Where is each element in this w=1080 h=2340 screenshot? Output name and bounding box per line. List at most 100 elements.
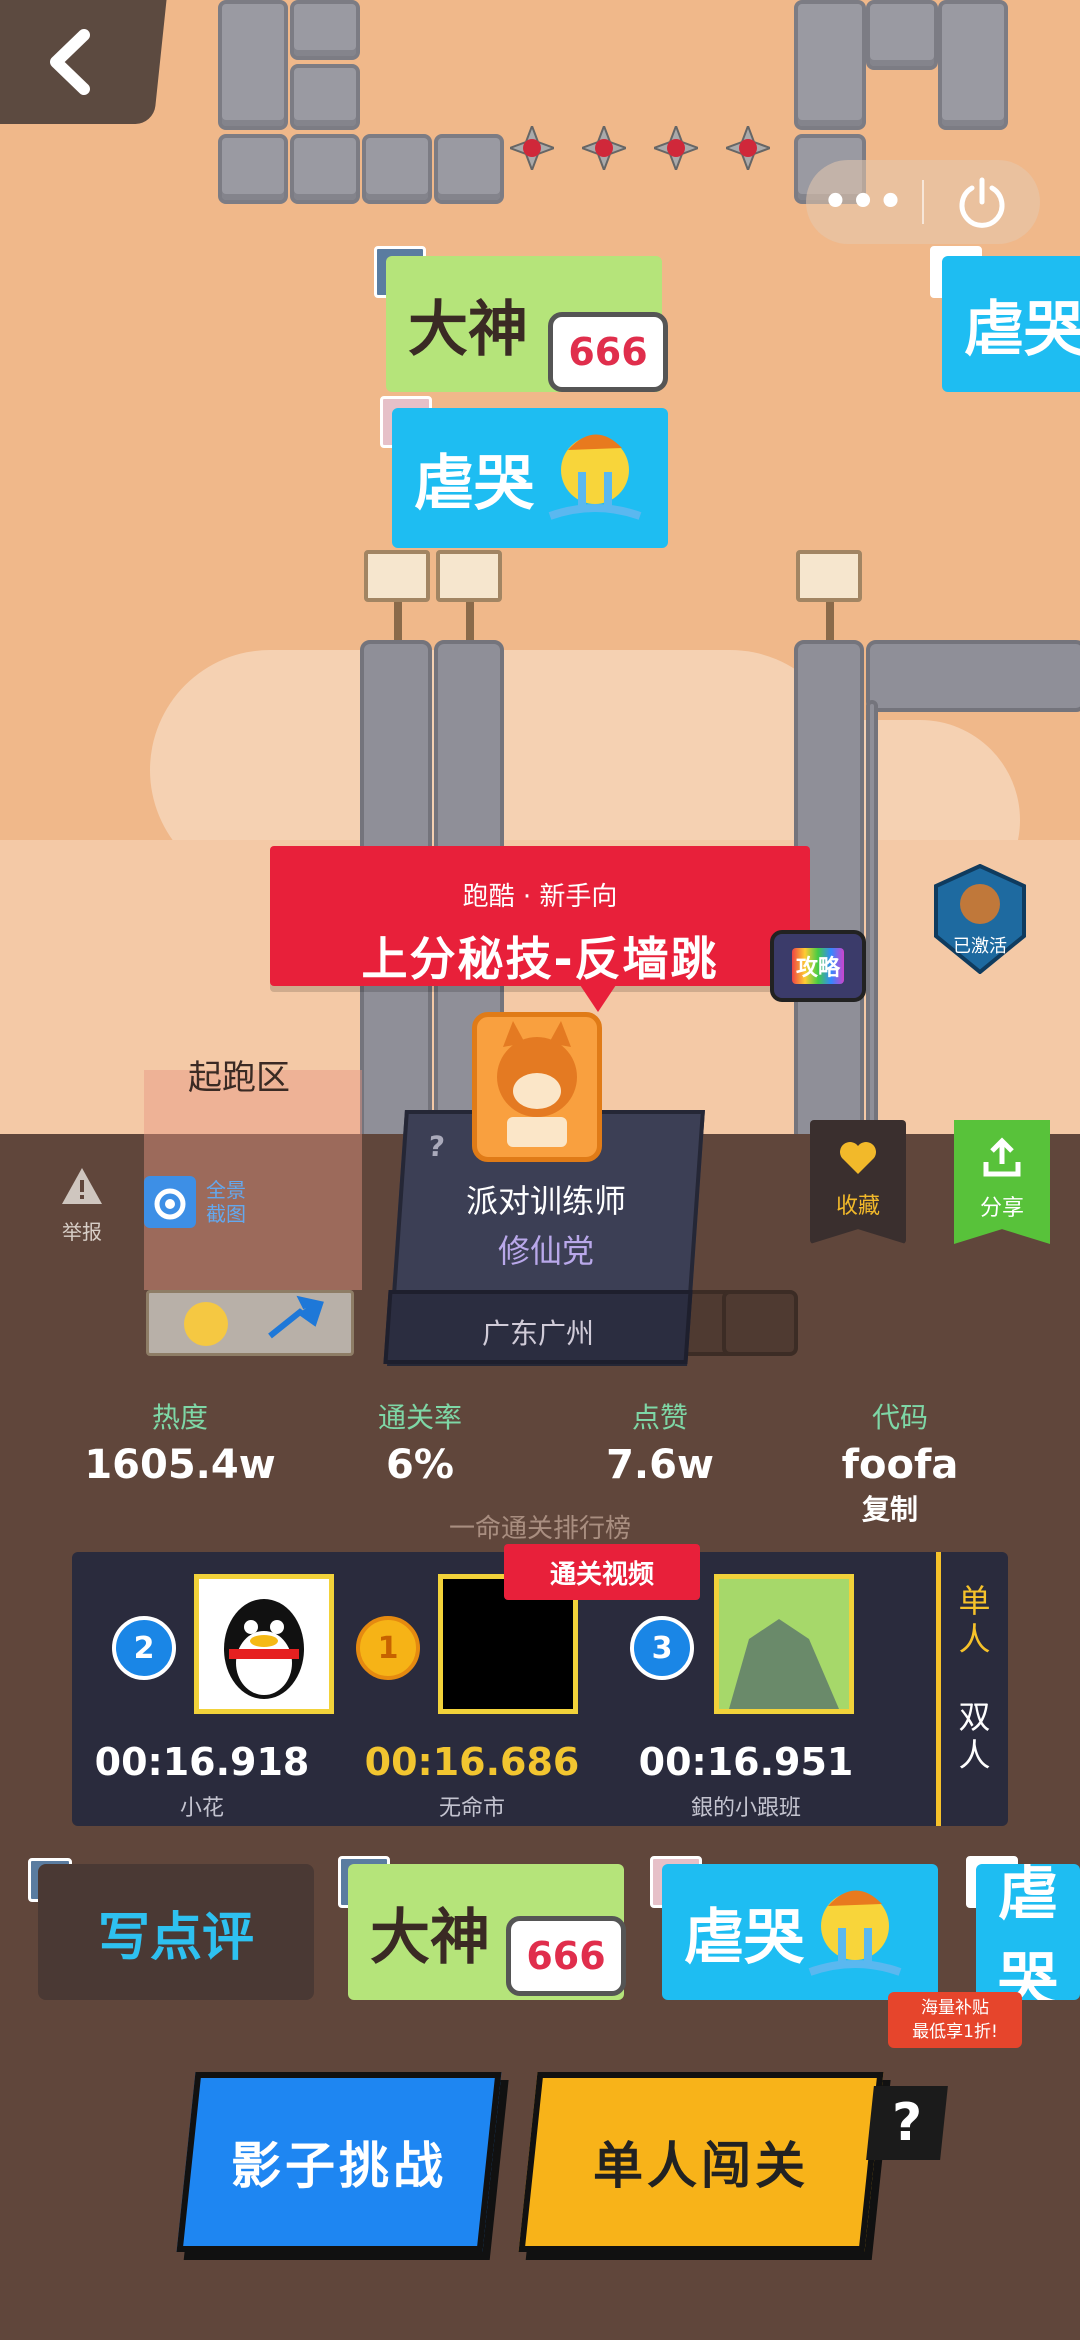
wooden-sign	[364, 550, 430, 642]
tutorial-banner[interactable]: 跑酷 · 新手向 上分秘技-反墙跳	[270, 846, 810, 986]
stone-block	[290, 134, 360, 204]
leaderboard-entry[interactable]: 2 00:16.918 小花	[72, 1552, 334, 1826]
close-button[interactable]	[924, 176, 1040, 228]
stat-label: 点赞	[631, 1401, 688, 1434]
stone-block	[290, 0, 360, 60]
panorama-screenshot-button[interactable]: 全景 截图	[142, 1174, 246, 1230]
stone-block	[290, 64, 360, 130]
unknown-mark: ?	[427, 1130, 446, 1163]
banner-title: 上分秘技-反墙跳	[361, 932, 719, 986]
clear-time: 00:16.918	[94, 1740, 310, 1784]
danmu-text: 虐哭	[684, 1902, 804, 1973]
player-name: 小花	[179, 1796, 224, 1821]
stat-value: 6%	[386, 1442, 454, 1488]
player-name: 无命市	[438, 1796, 505, 1821]
sticker-666: 666	[548, 312, 668, 392]
clear-video-button[interactable]: 通关视频	[504, 1544, 700, 1600]
banner-pointer	[578, 982, 618, 1012]
mode-solo-tab[interactable]: 单人	[955, 1582, 995, 1658]
crying-sticker-icon	[808, 1890, 902, 1976]
crying-sticker-icon	[548, 434, 642, 520]
ranking-mode-switch: 单人 双人	[936, 1552, 1008, 1826]
clear-time: 00:16.686	[364, 1740, 580, 1784]
stone-block	[794, 0, 866, 130]
wooden-sign	[796, 550, 862, 642]
screenshot-label-2: 截图	[206, 1202, 246, 1226]
ranking-title: 一命通关排行榜	[448, 1514, 631, 1544]
dinosaur-avatar-icon	[729, 1619, 839, 1709]
more-menu-button[interactable]: •••	[806, 179, 922, 225]
activated-badge[interactable]: 已激活	[928, 863, 1032, 975]
power-icon	[959, 177, 1005, 228]
mini-program-capsule: •••	[806, 160, 1040, 244]
stat-value: foofa	[841, 1442, 959, 1488]
sticker-666: 666	[506, 1916, 626, 1996]
favorite-label: 收藏	[835, 1194, 880, 1219]
player-avatar	[714, 1574, 854, 1714]
promo-badge[interactable]: 海量补贴 最低享1折!	[888, 1992, 1022, 2048]
shadow-challenge-button[interactable]: 影子挑战	[176, 2072, 502, 2252]
level-stats: 热度 1605.4w 通关率 6% 点赞 7.6w 代码 foofa	[60, 1396, 1020, 1488]
danmu-text: 大神	[370, 1902, 490, 1973]
creator-avatar[interactable]	[472, 1012, 602, 1162]
stat-label: 通关率	[377, 1401, 462, 1434]
danmu-bubble: 虐哭	[942, 256, 1080, 392]
danmu-text: 虐哭	[964, 294, 1080, 365]
shadow-challenge-label: 影子挑战	[231, 2137, 447, 2195]
write-review-button[interactable]: 写点评	[38, 1864, 314, 2000]
spike-icon	[582, 126, 626, 170]
back-button[interactable]	[0, 0, 167, 124]
player-avatar	[194, 1574, 334, 1714]
stone-block	[938, 0, 1008, 130]
activated-badge-label: 已激活	[953, 936, 1007, 957]
stat-code: 代码 foofa	[780, 1396, 1020, 1488]
floor-block	[722, 1290, 798, 1356]
share-button[interactable]: 分享	[954, 1120, 1050, 1244]
screenshot-label-1: 全景	[206, 1178, 246, 1202]
danmu-text: 虐哭	[998, 1864, 1058, 2000]
solo-play-label: 单人闯关	[593, 2137, 809, 2195]
start-zone-label: 起跑区	[188, 1058, 290, 1098]
promo-line-2: 最低享1折!	[912, 2022, 998, 2042]
stat-likes: 点赞 7.6w	[540, 1396, 780, 1488]
danmu-text: 虐哭	[414, 448, 534, 519]
stat-value: 1605.4w	[84, 1442, 276, 1488]
share-label: 分享	[979, 1196, 1024, 1221]
creator-location: 广东广州	[481, 1317, 594, 1350]
promo-line-1: 海量补贴	[921, 1998, 989, 2018]
rank-number: 1	[356, 1616, 420, 1680]
stone-block	[866, 0, 938, 70]
solo-play-button[interactable]: 单人闯关	[518, 2072, 884, 2252]
penguin-avatar-icon	[224, 1599, 304, 1699]
chevron-left-icon	[50, 29, 90, 95]
stone-block	[434, 134, 504, 204]
guide-tv-button[interactable]: 攻略	[770, 930, 866, 1002]
player-name: 銀的小跟班	[690, 1796, 801, 1821]
help-button[interactable]: ?	[866, 2086, 948, 2160]
creator-team: 修仙党	[497, 1232, 594, 1270]
help-icon: ?	[891, 2093, 923, 2153]
warning-icon	[62, 1168, 102, 1204]
stone-block	[362, 134, 432, 204]
mode-duo-tab[interactable]: 双人	[955, 1698, 995, 1774]
stone-ledge	[866, 700, 878, 1134]
stone-block	[218, 134, 288, 204]
rank-number: 2	[112, 1616, 176, 1680]
rank-number: 3	[630, 1616, 694, 1680]
spike-icon	[654, 126, 698, 170]
heart-icon	[840, 1142, 876, 1174]
danmu-text: 大神	[408, 294, 528, 365]
danmu-bubble: 虐哭	[976, 1864, 1080, 2000]
clear-time: 00:16.951	[638, 1740, 854, 1784]
stat-label: 代码	[871, 1401, 928, 1434]
favorite-button[interactable]: 收藏	[810, 1120, 906, 1244]
report-label: 举报	[62, 1220, 102, 1244]
stat-value: 7.6w	[606, 1442, 714, 1488]
stone-block	[218, 0, 288, 130]
spike-icon	[510, 126, 554, 170]
spike-icon	[726, 126, 770, 170]
report-button[interactable]: 举报	[52, 1166, 112, 1245]
stat-clear-rate: 通关率 6%	[300, 1396, 540, 1488]
guide-tv-label: 攻略	[791, 948, 844, 984]
game-scene: 大神 666 虐哭 虐哭 ••• 跑酷 · 新手向 上分秘技-反墙跳 攻略 已激…	[0, 0, 1080, 1134]
